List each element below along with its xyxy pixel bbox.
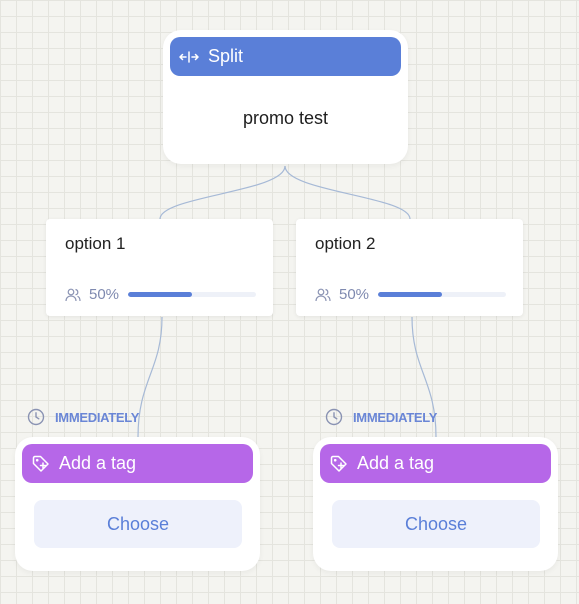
option-progress-fill [378, 292, 442, 297]
split-title: Split [208, 46, 244, 66]
option-card-2[interactable]: option 2 50% [296, 219, 523, 316]
option-percent: 50% [339, 286, 370, 303]
users-icon [315, 288, 331, 302]
clock-icon [27, 408, 45, 426]
clock-icon [325, 408, 343, 426]
split-header: Split [170, 37, 401, 76]
add-tag-node-2[interactable]: Add a tag Choose [313, 437, 558, 571]
timing-label-2: IMMEDIATELY [325, 408, 437, 426]
option-label: option 1 [65, 234, 126, 253]
option-progress-bar [128, 292, 256, 297]
connector-option-1-branch [137, 316, 163, 438]
action-title: Add a tag [357, 453, 435, 473]
action-title: Add a tag [59, 453, 137, 473]
timing-text: IMMEDIATELY [55, 409, 140, 425]
choose-button[interactable]: Choose [34, 500, 242, 548]
connector-split-option-2 [284, 165, 411, 220]
connector-split-option-1 [159, 165, 286, 220]
split-node[interactable]: Split promo test [163, 30, 408, 164]
add-tag-node-1[interactable]: Add a tag Choose [15, 437, 260, 571]
option-card-1[interactable]: option 1 50% [46, 219, 273, 316]
choose-button[interactable]: Choose [332, 500, 540, 548]
users-icon [65, 288, 81, 302]
split-name: promo test [242, 108, 329, 128]
split-arrows-icon [179, 50, 199, 63]
option-progress-fill [128, 292, 192, 297]
add-tag-header: Add a tag [320, 444, 551, 483]
timing-text: IMMEDIATELY [353, 409, 438, 425]
option-percent: 50% [89, 286, 120, 303]
tag-plus-icon [329, 454, 349, 474]
timing-label-1: IMMEDIATELY [27, 408, 139, 426]
option-label: option 2 [315, 234, 376, 253]
add-tag-header: Add a tag [22, 444, 253, 483]
option-progress-bar [378, 292, 506, 297]
tag-plus-icon [31, 454, 51, 474]
